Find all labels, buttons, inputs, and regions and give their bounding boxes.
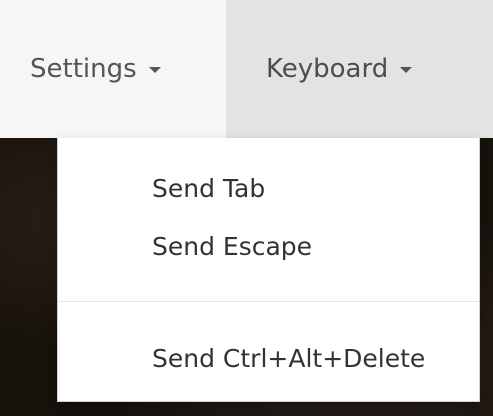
send-escape-menu-item[interactable]: Send Escape	[152, 232, 312, 261]
caret-down-icon	[148, 67, 161, 73]
settings-menu-toggle[interactable]: Settings	[0, 0, 226, 138]
settings-menu-label: Settings	[30, 54, 137, 84]
keyboard-menu-toggle[interactable]: Keyboard	[226, 0, 493, 138]
send-tab-menu-item[interactable]: Send Tab	[152, 174, 265, 203]
keyboard-menu-label: Keyboard	[266, 54, 389, 84]
caret-down-icon	[400, 67, 413, 73]
send-ctrl-alt-delete-menu-item[interactable]: Send Ctrl+Alt+Delete	[152, 344, 425, 373]
navbar: Settings Keyboard	[0, 0, 493, 138]
menu-divider	[58, 301, 479, 302]
keyboard-dropdown-menu: Send Tab Send Escape Send Ctrl+Alt+Delet…	[57, 138, 480, 402]
